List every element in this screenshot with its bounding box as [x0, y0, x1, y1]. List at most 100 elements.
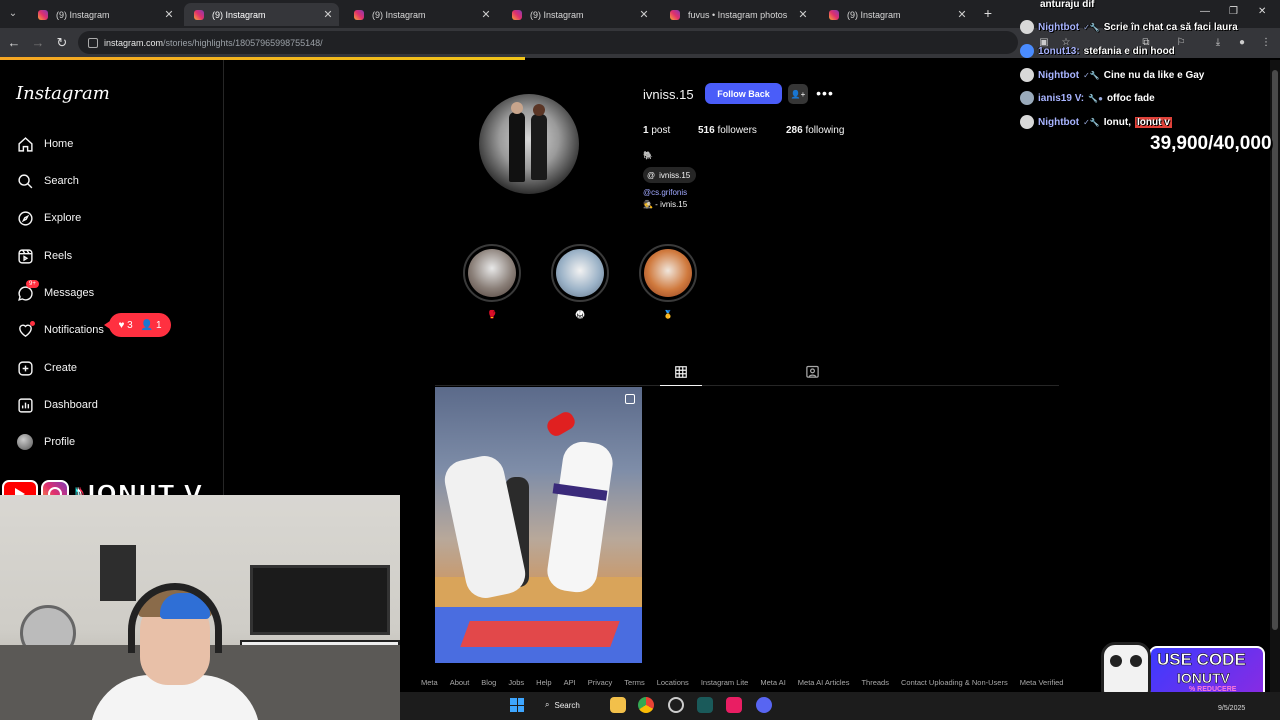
tiktok-app-icon[interactable]: [726, 697, 742, 713]
close-icon[interactable]: ✕: [321, 8, 335, 21]
highlight-label: 🥇: [663, 310, 673, 319]
footer-link[interactable]: Blog: [481, 678, 496, 687]
browser-tab[interactable]: fuvus • Instagram photos and v ✕: [660, 3, 814, 26]
profile-avatar-icon[interactable]: ●: [1236, 37, 1248, 49]
tab-title: (9) Instagram: [372, 9, 426, 20]
download-icon[interactable]: ⤓: [1212, 37, 1224, 49]
close-window-icon[interactable]: ✕: [1258, 6, 1266, 17]
sidebar-item-profile[interactable]: Profile: [16, 430, 75, 454]
chat-message: 1onut13: stefania e din hood: [1020, 43, 1175, 59]
chrome-icon[interactable]: [638, 697, 654, 713]
sidebar-item-label: Profile: [44, 436, 76, 448]
footer-links: Meta About Blog Jobs Help API Privacy Te…: [421, 678, 1063, 687]
bio-mention-link[interactable]: @cs.grifonis: [643, 188, 687, 197]
suggest-people-button[interactable]: 👤+: [788, 84, 808, 104]
notification-dot: [30, 321, 35, 326]
sidebar-item-reels[interactable]: Reels: [16, 244, 72, 268]
browser-tab[interactable]: (9) Instagram ✕: [344, 3, 497, 26]
footer-link[interactable]: Terms: [624, 678, 644, 687]
tab-title: (9) Instagram: [530, 9, 584, 20]
forward-icon[interactable]: →: [30, 35, 46, 51]
sidebar-item-dashboard[interactable]: Dashboard: [16, 393, 98, 417]
close-icon[interactable]: ✕: [637, 8, 651, 21]
bio-emoji: 🐘: [643, 151, 653, 160]
grid-icon: [675, 366, 687, 378]
site-info-icon[interactable]: [88, 37, 98, 48]
profile-picture[interactable]: [479, 94, 579, 194]
instagram-logo[interactable]: Instagram: [16, 83, 110, 104]
browser-tab[interactable]: (9) Instagram ✕: [502, 3, 655, 26]
sidebar-item-home[interactable]: Home: [16, 132, 73, 156]
story-highlight[interactable]: [463, 244, 521, 302]
file-explorer-icon[interactable]: [610, 697, 626, 713]
cast-icon[interactable]: ⚐: [1175, 37, 1187, 49]
tab-tagged[interactable]: [800, 359, 824, 384]
reload-icon[interactable]: ↻: [54, 35, 70, 51]
sidebar-item-notifications[interactable]: Notifications: [16, 318, 104, 342]
plus-square-icon: [16, 359, 34, 377]
chat-message: Nightbot ✓🔧 Cine nu da like e Gay: [1020, 67, 1204, 83]
follow-back-button[interactable]: Follow Back: [705, 83, 782, 104]
discord-icon[interactable]: [756, 697, 772, 713]
close-icon[interactable]: ✕: [479, 8, 493, 21]
threads-badge[interactable]: @ ivniss.15: [643, 167, 697, 183]
sidebar-item-search[interactable]: Search: [16, 169, 79, 193]
post-thumbnail[interactable]: [435, 387, 642, 663]
url-input[interactable]: instagram.com/stories/highlights/1805796…: [78, 31, 1018, 54]
sidebar-item-messages[interactable]: 9+ Messages: [16, 280, 94, 305]
tab-search-chevron-icon[interactable]: ⌄: [6, 7, 20, 21]
avatar: [16, 433, 34, 451]
avatar: [1020, 68, 1034, 82]
minimize-icon[interactable]: —: [1200, 6, 1210, 17]
close-icon[interactable]: ✕: [955, 8, 969, 21]
url-path: /stories/highlights/18057965998755148/: [163, 37, 323, 48]
steam-icon[interactable]: [668, 697, 684, 713]
sidebar-item-label: Dashboard: [44, 399, 98, 411]
compass-icon: [16, 209, 34, 227]
instagram-favicon-icon: [512, 9, 522, 20]
footer-link[interactable]: Instagram Lite: [701, 678, 749, 687]
windows-start-icon[interactable]: [510, 698, 524, 712]
taskbar-date[interactable]: 9/5/2025: [1218, 705, 1245, 712]
tab-posts[interactable]: [660, 359, 702, 386]
footer-link[interactable]: Locations: [657, 678, 689, 687]
browser-tab-active[interactable]: (9) Instagram ✕: [184, 3, 339, 26]
notifications-popover-pill[interactable]: ♥ 3 👤 1: [104, 313, 171, 337]
following-count[interactable]: 286 following: [786, 125, 844, 136]
browser-tab[interactable]: (9) Instagram ✕: [819, 3, 973, 26]
bio-text: 🕵 - ivnis.15: [643, 200, 688, 209]
footer-link[interactable]: Meta AI: [760, 678, 785, 687]
avatar: [1020, 115, 1034, 129]
maximize-icon[interactable]: ❐: [1229, 6, 1238, 17]
more-options-icon[interactable]: •••: [816, 84, 834, 104]
sidebar-item-create[interactable]: Create: [16, 356, 77, 380]
sidebar-item-explore[interactable]: Explore: [16, 206, 81, 230]
taskbar-search-label: Search: [554, 700, 580, 710]
footer-link[interactable]: Meta AI Articles: [798, 678, 850, 687]
footer-link[interactable]: API: [564, 678, 576, 687]
footer-link[interactable]: Meta Verified: [1020, 678, 1064, 687]
story-highlight[interactable]: [551, 244, 609, 302]
mod-badge-icon: ✓🔧: [1083, 117, 1100, 127]
footer-link[interactable]: About: [450, 678, 470, 687]
close-icon[interactable]: ✕: [796, 8, 810, 21]
footer-link[interactable]: Meta: [421, 678, 438, 687]
terminal-icon[interactable]: [697, 697, 713, 713]
threads-icon: @: [647, 170, 656, 180]
instagram-favicon-icon: [670, 9, 680, 20]
menu-kebab-icon[interactable]: ⋮: [1260, 37, 1272, 49]
taskbar-search[interactable]: ⌕ Search: [545, 697, 580, 713]
close-icon[interactable]: ✕: [162, 8, 176, 21]
footer-link[interactable]: Privacy: [588, 678, 613, 687]
promo-code: IONUTV: [1177, 670, 1230, 687]
followers-count[interactable]: 516 followers: [698, 125, 757, 136]
back-icon[interactable]: ←: [6, 35, 22, 51]
footer-link[interactable]: Threads: [861, 678, 889, 687]
browser-tab[interactable]: (9) Instagram ✕: [28, 3, 180, 26]
search-icon: [16, 172, 34, 190]
story-highlight[interactable]: [639, 244, 697, 302]
new-tab-button[interactable]: +: [980, 5, 996, 21]
footer-link[interactable]: Contact Uploading & Non-Users: [901, 678, 1008, 687]
footer-link[interactable]: Help: [536, 678, 551, 687]
footer-link[interactable]: Jobs: [508, 678, 524, 687]
